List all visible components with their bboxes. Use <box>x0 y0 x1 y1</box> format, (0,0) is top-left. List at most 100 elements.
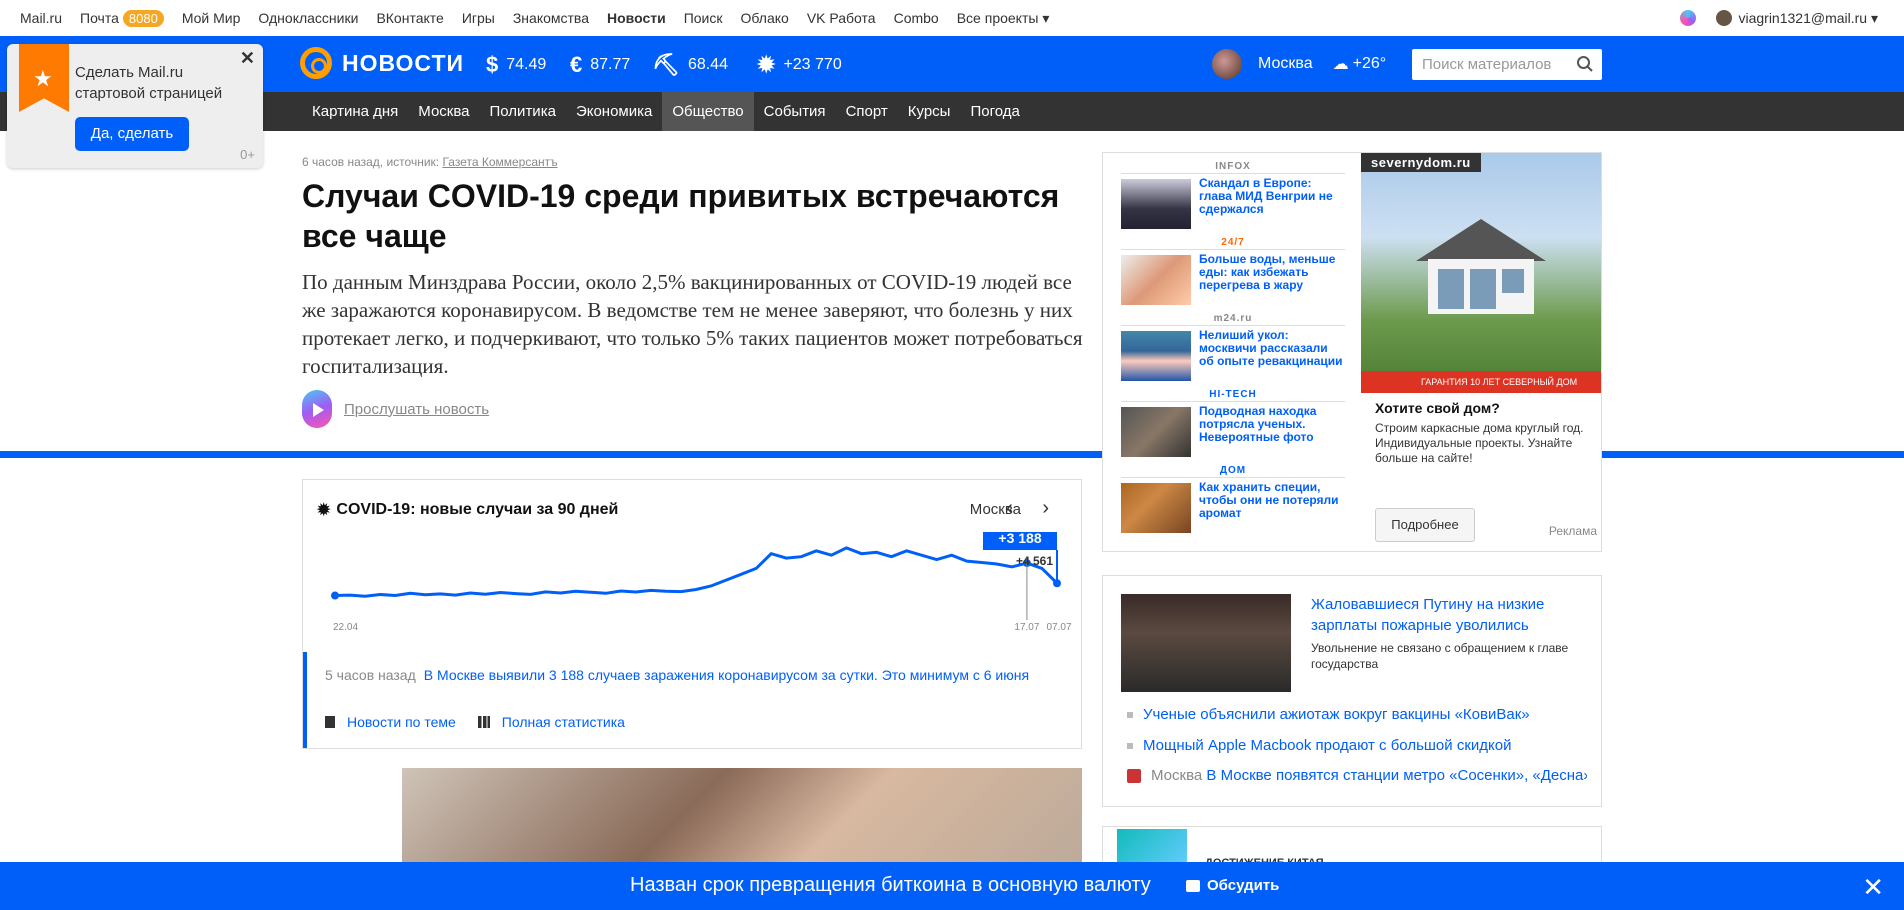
close-icon[interactable]: ✕ <box>1862 872 1884 903</box>
ad-title[interactable]: Как хранить специи, чтобы они не потерял… <box>1199 481 1345 520</box>
house-image <box>1416 219 1546 314</box>
play-icon[interactable] <box>302 390 332 428</box>
ad-title[interactable]: Нелиший укол: москвичи рассказали об опы… <box>1199 329 1345 368</box>
user-menu[interactable]: viagrin1321@mail.ru ▾ <box>1680 0 1878 36</box>
full-stats-label[interactable]: Полная статистика <box>502 714 625 730</box>
news-link[interactable]: Ученые объяснили ажиотаж вокруг вакцины … <box>1127 706 1587 723</box>
chart-point-start[interactable] <box>331 591 339 600</box>
promo-text-line1: Сделать Mail.ru <box>75 64 184 81</box>
covid-chart: +3 188 +4 561 22.04 17.07 07.07 <box>331 532 1072 632</box>
news-headline[interactable]: Жаловавшиеся Путину на низкие зарплаты п… <box>1311 594 1581 636</box>
listen-news[interactable]: Прослушать новость <box>302 390 489 428</box>
ad-headline[interactable]: Хотите свой дом? <box>1375 400 1500 416</box>
ad-thumbnail <box>1121 179 1191 229</box>
portal-link-cloud[interactable]: Облако <box>741 10 789 26</box>
ad-banner[interactable]: severnydom.ru ГАРАНТИЯ 10 ЛЕТ СЕВЕРНЫЙ Д… <box>1361 153 1601 393</box>
full-stats-link[interactable]: Полная статистика <box>477 714 625 730</box>
promo-text-line2: стартовой страницей <box>75 85 223 102</box>
article-source-link[interactable]: Газета Коммерсантъ <box>442 155 557 169</box>
ad-title[interactable]: Подводная находка потрясла ученых. Невер… <box>1199 405 1345 444</box>
ad-item[interactable]: HI-TECH Подводная находка потрясла учены… <box>1121 389 1345 465</box>
news-block-china: ДОСТИЖЕНИЕ КИТАЯ <box>1102 826 1602 866</box>
comment-icon <box>1186 879 1200 892</box>
ad-item[interactable]: m24.ru Нелиший укол: москвичи рассказали… <box>1121 313 1345 389</box>
age-rating: 0+ <box>240 147 255 162</box>
document-icon <box>325 716 335 728</box>
related-news-link[interactable]: Новости по теме <box>325 714 456 730</box>
oil-rate[interactable]: ⛏ 68.44 <box>652 52 728 78</box>
nav-item-weather[interactable]: Погода <box>960 92 1029 131</box>
portal-all-projects[interactable]: Все проекты ▾ <box>957 10 1050 27</box>
nav-item-moscow[interactable]: Москва <box>408 92 479 131</box>
article-time: 6 часов назад, источник: <box>302 155 440 169</box>
ad-source: HI-TECH <box>1121 389 1345 402</box>
breaking-bar: Назван срок превращения биткоина в основ… <box>0 862 1904 910</box>
portal-link-vk[interactable]: ВКонтакте <box>376 10 443 26</box>
cloud-sun-icon: ☁ <box>1332 56 1349 73</box>
portal-link-dating[interactable]: Знакомства <box>513 10 589 26</box>
portal-link-games[interactable]: Игры <box>462 10 495 26</box>
portal-link-mail-label: Почта <box>80 10 119 26</box>
ad-more-button[interactable]: Подробнее <box>1375 508 1475 542</box>
news-link-moscow[interactable]: Москва В Москве появятся станции метро «… <box>1127 767 1587 784</box>
news-description: Увольнение не связано с обращением к гла… <box>1311 641 1569 671</box>
listen-label[interactable]: Прослушать новость <box>344 401 489 418</box>
covid-counter[interactable]: ✹ +23 770 <box>757 52 842 78</box>
news-link-text[interactable]: В Москве появятся станции метро «Сосенки… <box>1206 767 1587 784</box>
make-homepage-button[interactable]: Да, сделать <box>75 117 189 151</box>
portal-link-combo[interactable]: Combo <box>894 10 939 26</box>
city-arrows-icon[interactable]: ‹ › <box>1006 497 1061 520</box>
news-thumb[interactable] <box>1117 829 1187 865</box>
star-ribbon-icon: ★ <box>19 44 69 112</box>
search-icon[interactable] <box>1576 55 1594 73</box>
news-link[interactable]: Мощный Apple Macbook продают с большой с… <box>1127 737 1587 754</box>
city-weather[interactable]: Москва ☁ +26° <box>1212 44 1386 84</box>
ad-item[interactable]: ДОМ Как хранить специи, чтобы они не пот… <box>1121 465 1345 541</box>
euro-icon: € <box>570 52 583 77</box>
oil-value: 68.44 <box>687 56 728 73</box>
chart-x-mid: 17.07 <box>1014 622 1039 632</box>
nav-item-politics[interactable]: Политика <box>480 92 566 131</box>
chart-x-start: 22.04 <box>333 622 358 632</box>
portal-link-ok[interactable]: Одноклассники <box>258 10 358 26</box>
related-news-label[interactable]: Новости по теме <box>347 714 456 730</box>
mail-count-badge: 8080 <box>122 9 164 27</box>
nav-item-economy[interactable]: Экономика <box>566 92 662 131</box>
article-lead: По данным Минздрава России, около 2,5% в… <box>302 270 1083 378</box>
dollar-icon: $ <box>486 52 499 77</box>
portal-link-moymir[interactable]: Мой Мир <box>182 10 241 26</box>
covid-news-time: 5 часов назад <box>325 667 416 683</box>
search-input[interactable] <box>1422 56 1572 73</box>
nav-item-society[interactable]: Общество <box>662 92 754 131</box>
nav-item-sport[interactable]: Спорт <box>836 92 898 131</box>
chart-prev-label: +4 561 <box>1016 554 1053 568</box>
ad-banner-strip: ГАРАНТИЯ 10 ЛЕТ СЕВЕРНЫЙ ДОМ <box>1361 371 1601 393</box>
discuss-button[interactable]: Обсудить <box>1186 877 1279 894</box>
covid-news-item[interactable]: 5 часов назад В Москве выявили 3 188 случ… <box>325 666 1065 685</box>
nav-item-day[interactable]: Картина дня <box>302 92 408 131</box>
news-photo[interactable] <box>1121 594 1291 692</box>
eur-rate[interactable]: €87.77 <box>570 52 630 78</box>
close-icon[interactable]: ✕ <box>240 48 255 69</box>
ad-item[interactable]: 24/7 Больше воды, меньше еды: как избежа… <box>1121 237 1345 313</box>
portal-link-mailru[interactable]: Mail.ru <box>20 10 62 26</box>
weather-temp: +26° <box>1352 55 1387 72</box>
portal-link-news[interactable]: Новости <box>607 10 666 26</box>
nav-item-events[interactable]: События <box>754 92 836 131</box>
usd-rate[interactable]: $74.49 <box>486 52 546 78</box>
ad-title[interactable]: Больше воды, меньше еды: как избежать пе… <box>1199 253 1345 292</box>
nav-item-rates[interactable]: Курсы <box>898 92 961 131</box>
portal-link-search[interactable]: Поиск <box>684 10 723 26</box>
ad-description: Строим каркасные дома круглый год. Индив… <box>1375 421 1584 465</box>
portal-link-mail[interactable]: Почта 8080 <box>80 9 164 27</box>
portal-link-vk-work[interactable]: VK Работа <box>807 10 876 26</box>
news-logo[interactable]: НОВОСТИ <box>300 47 464 79</box>
ad-title[interactable]: Скандал в Европе: глава МИД Венгрии не с… <box>1199 177 1345 216</box>
news-block-right: Жаловавшиеся Путину на низкие зарплаты п… <box>1102 575 1602 807</box>
ad-source: ДОМ <box>1121 465 1345 478</box>
marusia-icon[interactable] <box>1680 10 1697 26</box>
ad-item[interactable]: INFOX Скандал в Европе: глава МИД Венгри… <box>1121 161 1345 237</box>
covid-value: +23 770 <box>783 56 842 73</box>
covid-news-text[interactable]: В Москве выявили 3 188 случаев заражения… <box>424 667 1029 683</box>
breaking-headline[interactable]: Назван срок превращения биткоина в основ… <box>630 874 1151 897</box>
